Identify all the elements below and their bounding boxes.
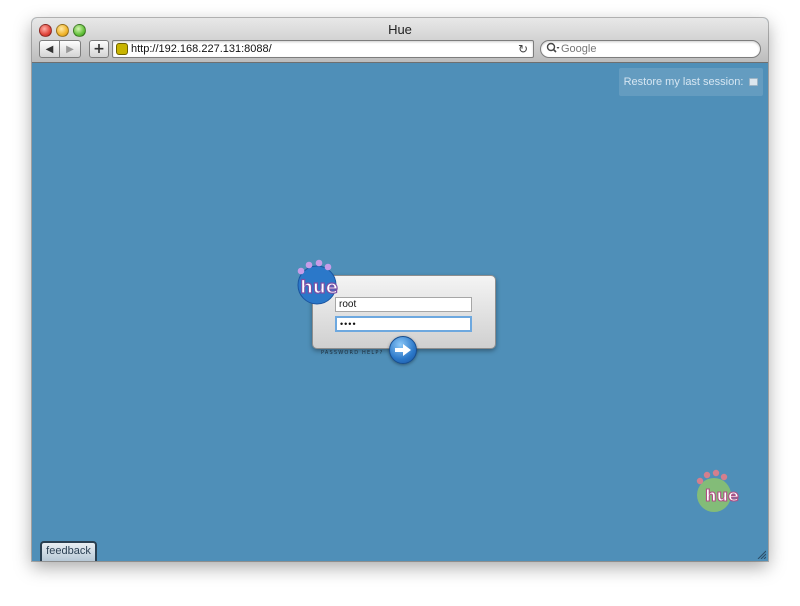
restore-session-control[interactable]: Restore my last session: xyxy=(619,68,763,96)
back-button[interactable]: ◀ xyxy=(39,40,60,58)
url-text[interactable]: http://192.168.227.131:8088/ xyxy=(131,43,272,55)
page-content: Restore my last session: hue PASSWORD HE… xyxy=(32,64,768,561)
plus-icon: + xyxy=(93,41,105,57)
add-bookmark-button[interactable]: + xyxy=(89,40,109,58)
forward-icon: ▶ xyxy=(66,43,74,55)
window-title: Hue xyxy=(388,22,412,37)
username-field[interactable] xyxy=(335,297,472,312)
search-box[interactable] xyxy=(540,40,761,58)
password-field[interactable] xyxy=(335,316,472,332)
site-favicon-icon xyxy=(116,43,128,55)
hue-corner-logo-text: hue xyxy=(705,486,739,505)
login-submit-button[interactable] xyxy=(389,336,417,364)
hue-logo-text: hue xyxy=(300,277,338,298)
hue-logo-badge: hue xyxy=(297,259,339,305)
back-icon: ◀ xyxy=(45,43,54,55)
forward-button[interactable]: ▶ xyxy=(60,40,81,58)
hue-corner-logo: hue xyxy=(696,469,740,512)
search-input[interactable] xyxy=(561,42,751,56)
reload-icon[interactable]: ↻ xyxy=(518,42,528,56)
browser-window: Hue ◀ ▶ + http://192.168.227.131:8088/ ↻… xyxy=(32,18,768,561)
title-bar: Hue ◀ ▶ + http://192.168.227.131:8088/ ↻ xyxy=(32,18,768,63)
password-help-link[interactable]: PASSWORD HELP? xyxy=(321,350,383,356)
restore-session-label: Restore my last session: xyxy=(623,76,744,88)
arrow-right-icon xyxy=(395,344,411,356)
resize-grip-icon[interactable] xyxy=(756,549,766,559)
feedback-tab[interactable]: feedback xyxy=(40,541,97,561)
search-icon[interactable] xyxy=(546,42,560,55)
address-bar[interactable]: http://192.168.227.131:8088/ ↻ xyxy=(112,40,534,58)
restore-session-checkbox[interactable] xyxy=(749,78,759,86)
